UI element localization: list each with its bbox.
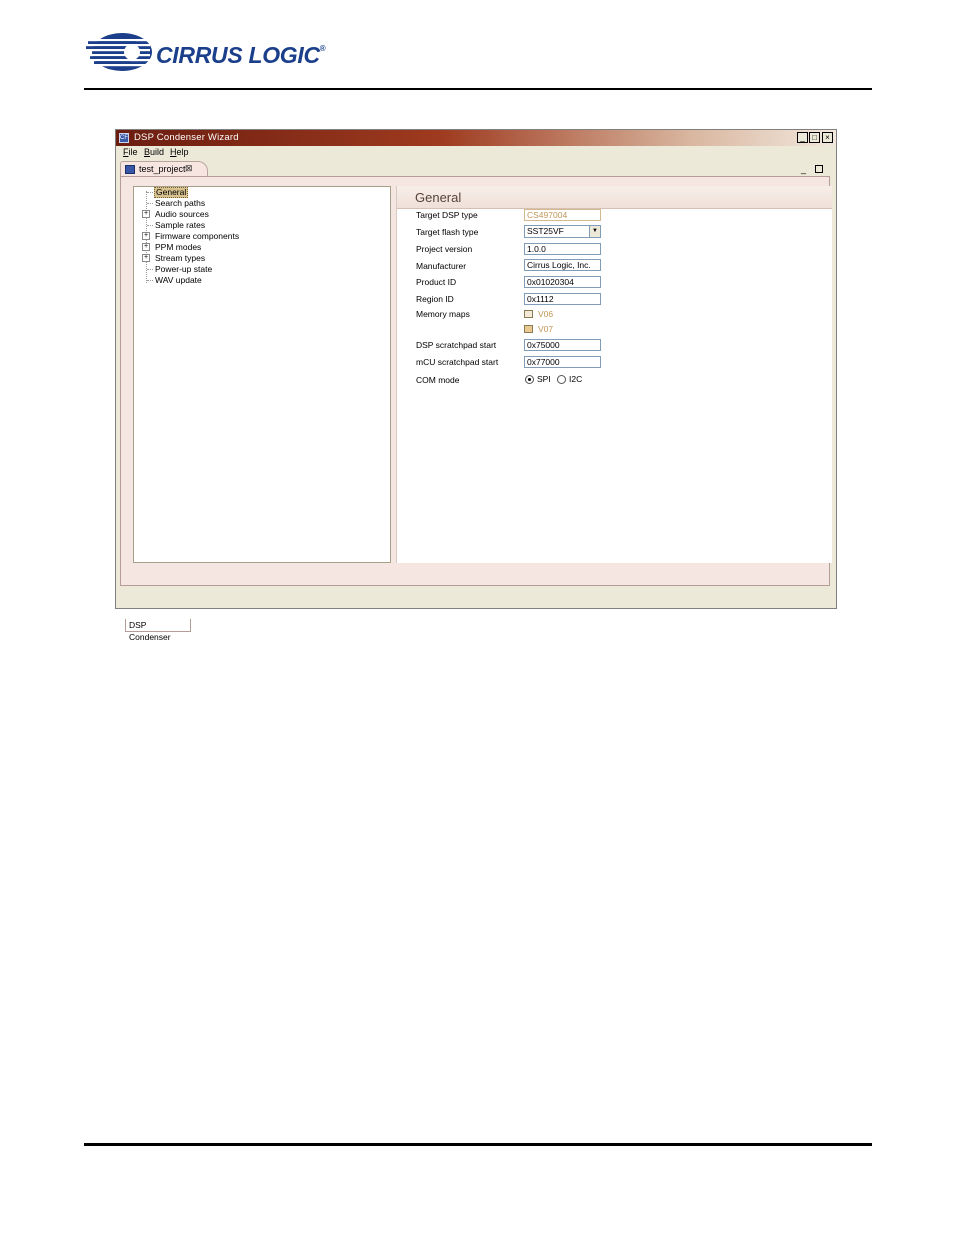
- window-title: DSP Condenser Wizard: [134, 132, 239, 143]
- com-mode-spi-radio[interactable]: [525, 375, 534, 384]
- editor-area: General Search paths + Audio sources Sam…: [120, 176, 832, 642]
- product-id-field[interactable]: 0x01020304: [524, 276, 601, 288]
- tab-label: test_project: [139, 164, 186, 174]
- minimize-button[interactable]: _: [797, 132, 808, 143]
- dsp-scratchpad-start-label: DSP scratchpad start: [416, 340, 497, 350]
- expand-icon[interactable]: +: [142, 243, 150, 251]
- view-maximize-icon[interactable]: [815, 165, 823, 173]
- view-minimize-icon[interactable]: _: [801, 164, 806, 174]
- region-id-field[interactable]: 0x1112: [524, 293, 601, 305]
- menu-build[interactable]: Build: [144, 147, 164, 157]
- settings-tree: General Search paths + Audio sources Sam…: [133, 186, 391, 563]
- tree-item-label: Audio sources: [155, 209, 209, 219]
- tab-dsp-condenser[interactable]: DSP Condenser: [125, 619, 191, 642]
- tree-connector: [147, 203, 153, 204]
- memory-map-v07-label: V07: [538, 324, 554, 334]
- tree-item-label: WAV update: [155, 275, 202, 285]
- tree-item-label: Firmware components: [155, 231, 240, 241]
- maximize-button[interactable]: □: [809, 132, 820, 143]
- header-rule: [84, 88, 872, 90]
- tree-item-label: General: [154, 187, 189, 198]
- tree-item-ppm-modes[interactable]: + PPM modes: [134, 242, 374, 253]
- com-mode-i2c-radio[interactable]: [557, 375, 566, 384]
- manufacturer-label: Manufacturer: [416, 261, 467, 271]
- form-header: General: [397, 186, 832, 209]
- dropdown-arrow-icon[interactable]: ▼: [589, 226, 600, 237]
- memory-map-v06-label: V06: [538, 309, 554, 319]
- tree-connector: [147, 225, 153, 226]
- form-title: General: [415, 190, 462, 205]
- tab-test-project[interactable]: test_project ⊠: [120, 161, 208, 177]
- app-window: CF DSP Condenser Wizard _ □ × File Build…: [115, 129, 837, 642]
- product-id-label: Product ID: [416, 277, 457, 287]
- mcu-scratchpad-start-field[interactable]: 0x77000: [524, 356, 601, 368]
- menu-bar: File Build Help: [116, 146, 836, 159]
- tree-connector: [147, 280, 153, 281]
- target-dsp-type-label: Target DSP type: [416, 210, 478, 220]
- app-icon: CF: [119, 133, 129, 143]
- cirrus-logic-logo: CIRRUS LOGIC®: [84, 30, 326, 80]
- com-mode-i2c-label: I2C: [569, 374, 583, 384]
- expand-icon[interactable]: +: [142, 210, 150, 218]
- target-dsp-type-field: CS497004: [524, 209, 601, 221]
- tree-item-sample-rates[interactable]: Sample rates: [134, 220, 374, 231]
- target-flash-type-select[interactable]: SST25VF ▼: [524, 225, 601, 238]
- tree-item-wav-update[interactable]: WAV update: [134, 275, 374, 286]
- tree-connector: [147, 192, 153, 193]
- project-version-label: Project version: [416, 244, 473, 254]
- memory-maps-label: Memory maps: [416, 309, 470, 319]
- dsp-scratchpad-start-field[interactable]: 0x75000: [524, 339, 601, 351]
- tree-item-audio-sources[interactable]: + Audio sources: [134, 209, 374, 220]
- project-file-icon: [125, 165, 135, 174]
- tree-item-label: PPM modes: [155, 242, 202, 252]
- tree-connector: [147, 269, 153, 270]
- menu-help[interactable]: Help: [170, 147, 189, 157]
- com-mode-spi-label: SPI: [537, 374, 551, 384]
- project-version-field[interactable]: 1.0.0: [524, 243, 601, 255]
- tree-item-general[interactable]: General: [134, 187, 374, 198]
- tree-item-stream-types[interactable]: + Stream types: [134, 253, 374, 264]
- select-value: SST25VF: [527, 226, 564, 236]
- menu-file[interactable]: File: [123, 147, 138, 157]
- logo-wordmark: CIRRUS LOGIC®: [156, 42, 326, 68]
- manufacturer-field[interactable]: Cirrus Logic, Inc.: [524, 259, 601, 271]
- tree-item-label: Sample rates: [155, 220, 206, 230]
- tree-item-label: Search paths: [155, 198, 206, 208]
- close-button[interactable]: ×: [822, 132, 833, 143]
- tree-item-label: Power-up state: [155, 264, 213, 274]
- tree-item-search-paths[interactable]: Search paths: [134, 198, 374, 209]
- com-mode-label: COM mode: [416, 375, 460, 385]
- tree-item-label: Stream types: [155, 253, 206, 263]
- region-id-label: Region ID: [416, 294, 454, 304]
- cirrus-logo-mark-icon: [84, 33, 152, 71]
- expand-icon[interactable]: +: [142, 254, 150, 262]
- memory-map-v07-checkbox[interactable]: [524, 325, 533, 333]
- memory-map-v06-checkbox[interactable]: [524, 310, 533, 318]
- mcu-scratchpad-start-label: mCU scratchpad start: [416, 357, 499, 367]
- target-flash-type-label: Target flash type: [416, 227, 479, 237]
- tab-close-icon[interactable]: ⊠: [185, 163, 193, 174]
- general-form: General Target DSP type CS497004 Target …: [396, 186, 832, 563]
- expand-icon[interactable]: +: [142, 232, 150, 240]
- tree-item-firmware-components[interactable]: + Firmware components: [134, 231, 374, 242]
- tree-item-power-up-state[interactable]: Power-up state: [134, 264, 374, 275]
- title-bar[interactable]: CF DSP Condenser Wizard _ □ ×: [116, 130, 836, 146]
- footer-rule: [84, 1143, 872, 1146]
